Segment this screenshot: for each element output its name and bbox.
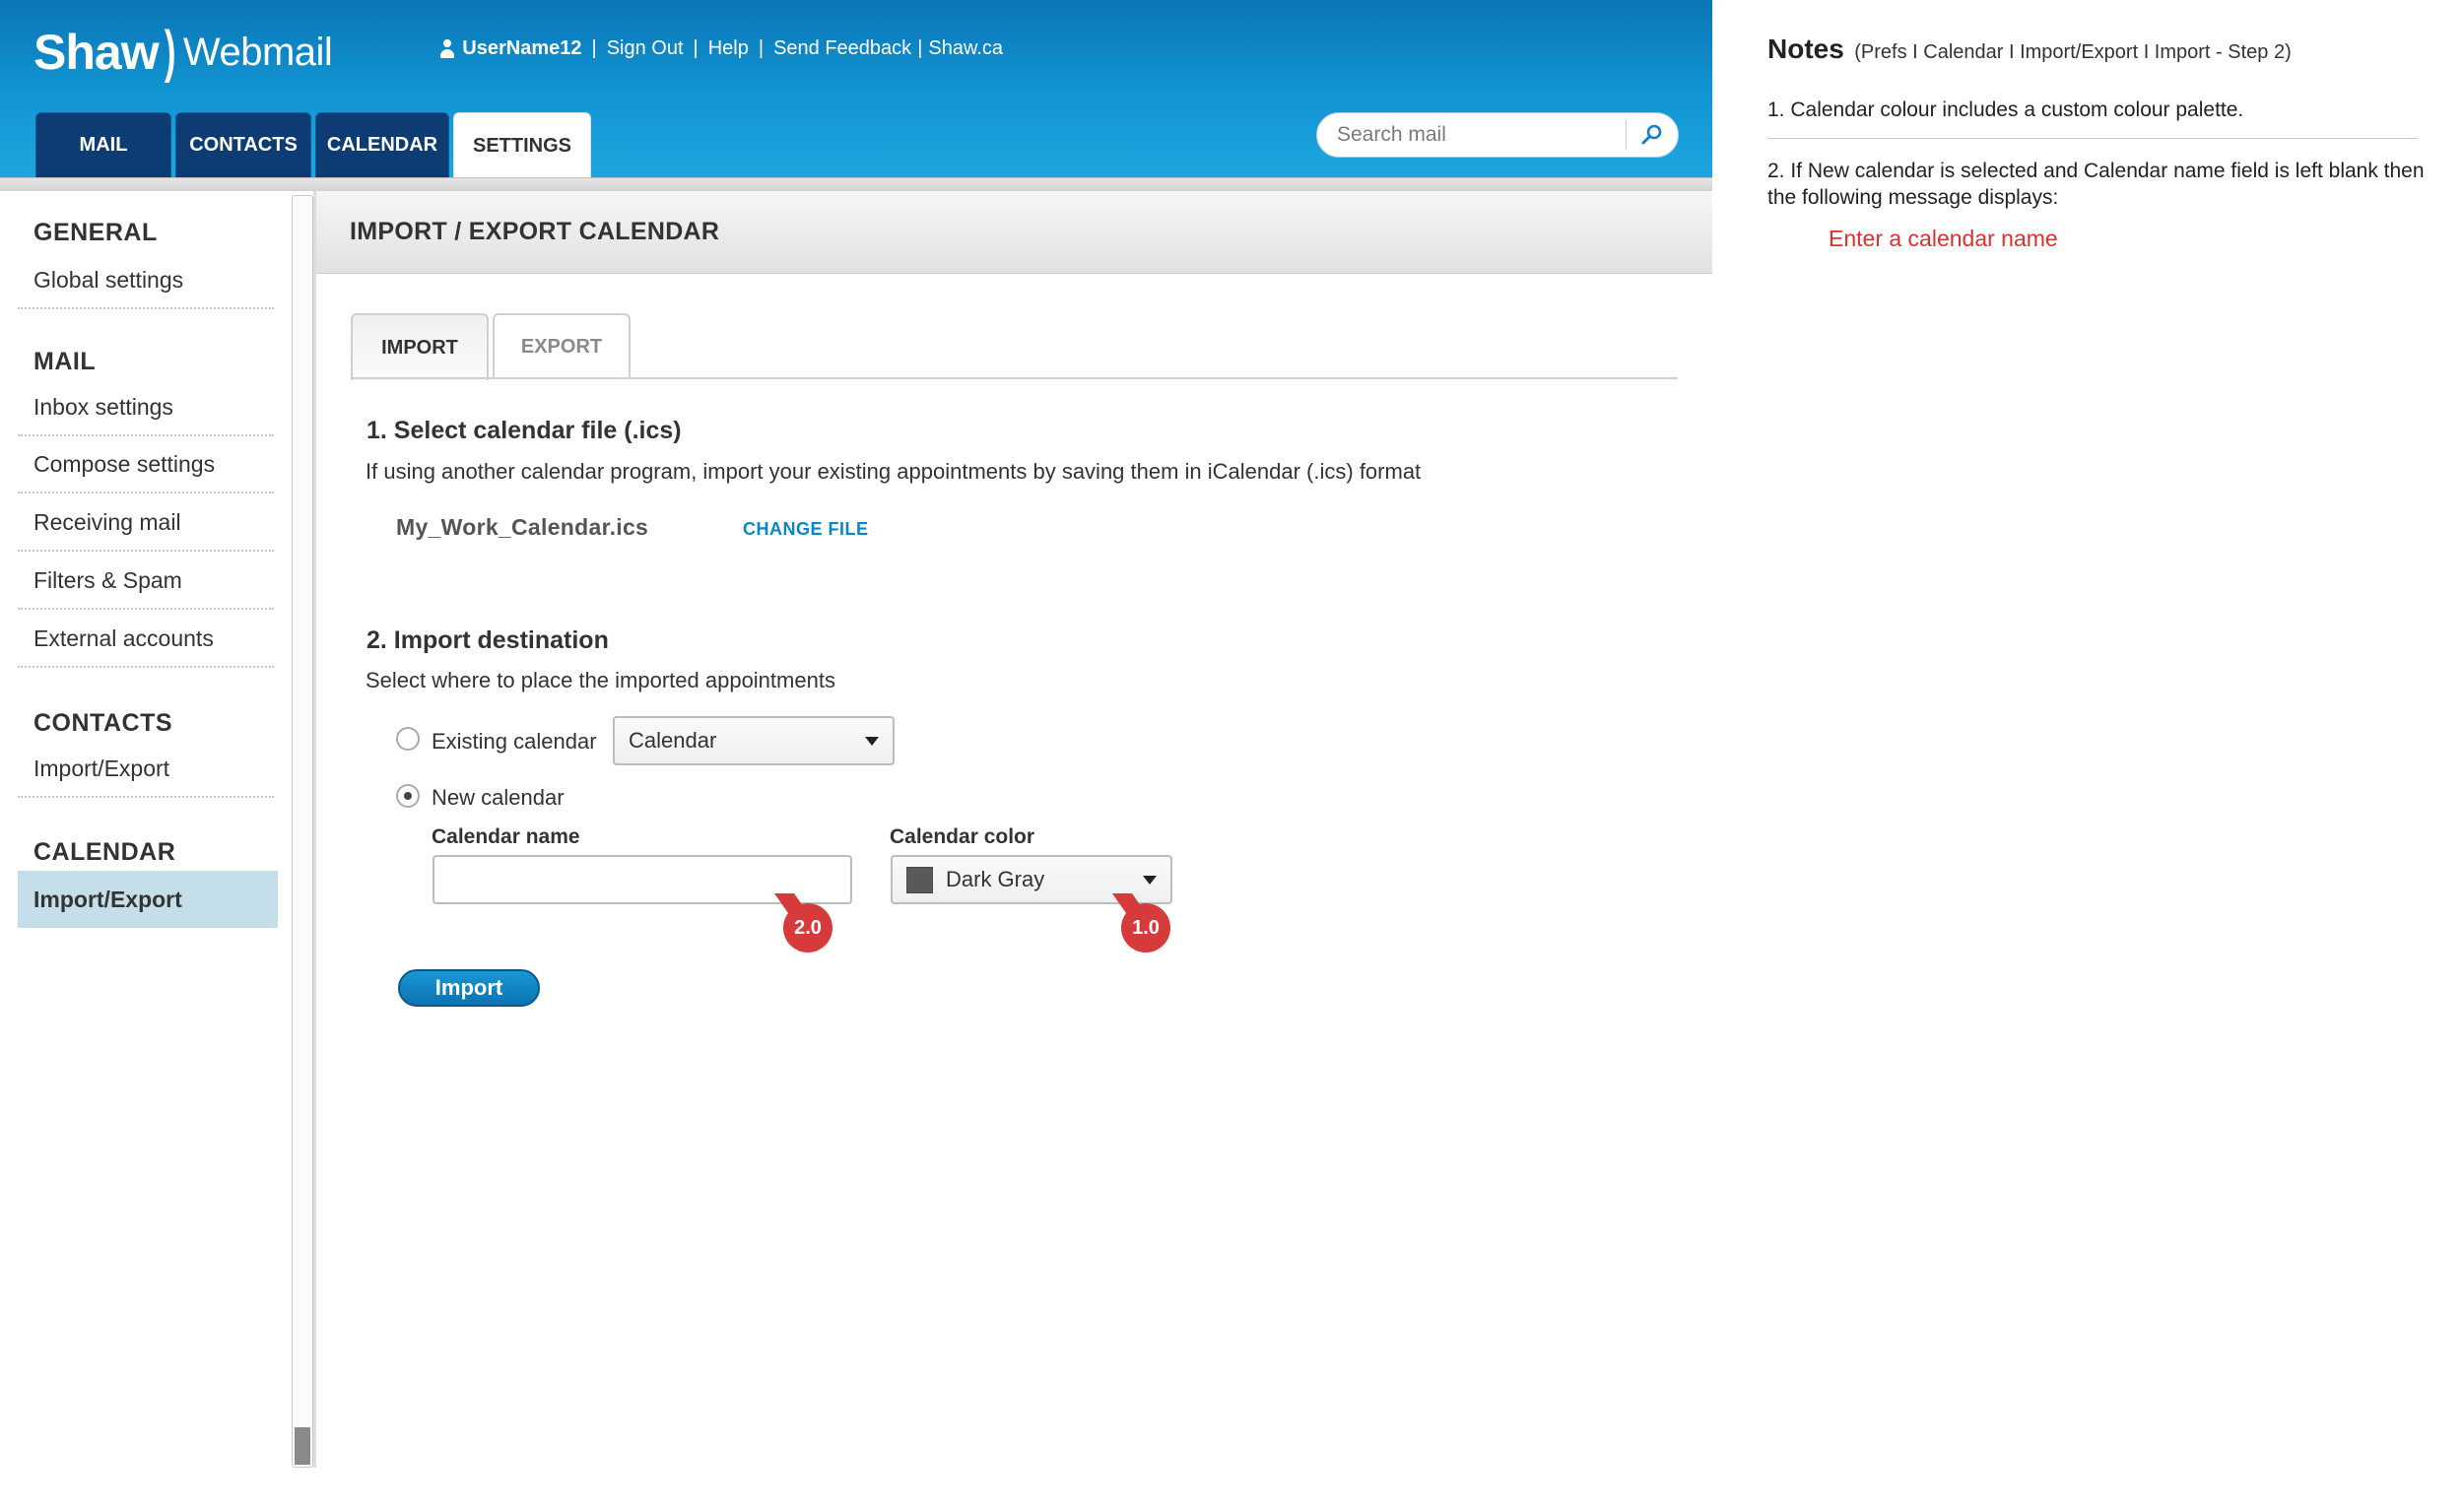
scrollbar-thumb[interactable] [295,1427,310,1465]
tabs-underline [351,377,1678,379]
separator: | [591,37,597,59]
selected-filename: My_Work_Calendar.ics [396,514,649,540]
header: Shaw ) Webmail UserName12 | Sign Out | H… [0,0,1712,179]
separator: | [693,37,699,59]
sidebar-item-inbox-settings[interactable]: Inbox settings [18,379,274,436]
note-2: 2. If New calendar is selected and Calen… [1767,160,2425,209]
search-box [1316,112,1679,158]
calendar-name-label: Calendar name [432,825,580,848]
sidebar-item-filters-spam[interactable]: Filters & Spam [18,553,274,610]
shaw-ca-link[interactable]: Shaw.ca [928,37,1003,60]
header-band [0,177,1712,191]
existing-calendar-radio[interactable] [396,727,420,751]
color-swatch [906,866,933,893]
user-icon [440,38,455,59]
chevron-down-icon [865,737,879,746]
sidebar-scrollbar[interactable] [292,195,313,1468]
sidebar-item-contacts-import-export[interactable]: Import/Export [18,741,274,798]
sign-out-link[interactable]: Sign Out [607,37,684,60]
help-link[interactable]: Help [708,37,749,60]
page-title: IMPORT / EXPORT CALENDAR [350,218,720,245]
logo-product: Webmail [182,30,333,74]
sidebar-heading-general: GENERAL [33,219,158,246]
calendar-color-label: Calendar color [890,825,1035,848]
search-icon [1641,124,1662,145]
logo-arc: ) [164,20,176,84]
sidebar-heading-contacts: CONTACTS [33,709,173,737]
section-select-file-desc: If using another calendar program, impor… [366,459,1422,484]
existing-calendar-select[interactable]: Calendar [613,716,895,765]
username-link[interactable]: UserName12 [462,37,581,60]
notes-breadcrumb: (Prefs I Calendar I Import/Export I Impo… [1854,41,2292,63]
page-title-bar: IMPORT / EXPORT CALENDAR [316,191,1712,274]
tab-calendar[interactable]: CALENDAR [315,112,449,177]
logo-wordmark: Shaw [33,25,160,80]
tab-settings[interactable]: SETTINGS [453,112,591,179]
top-links: UserName12 | Sign Out | Help | Send Feed… [440,37,1003,60]
section-select-file-title: 1. Select calendar file (.ics) [366,417,682,444]
change-file-link[interactable]: CHANGE FILE [743,519,869,540]
sidebar-item-external-accounts[interactable]: External accounts [18,611,274,668]
notes-divider [1767,138,2418,139]
sidebar-heading-calendar: CALENDAR [33,838,176,866]
tab-export[interactable]: EXPORT [493,313,631,378]
send-feedback-link[interactable]: Send Feedback [773,37,911,60]
main-nav-tabs: MAIL CONTACTS CALENDAR SETTINGS [35,112,591,179]
sidebar-item-global-settings[interactable]: Global settings [18,252,274,309]
import-button[interactable]: Import [398,969,540,1007]
calendar-color-value: Dark Gray [946,867,1045,891]
tab-contacts[interactable]: CONTACTS [175,112,311,177]
separator: | [917,37,923,59]
import-export-tabs: IMPORT EXPORT [351,313,631,380]
sidebar-item-compose-settings[interactable]: Compose settings [18,436,274,493]
note-1: 1. Calendar colour includes a custom col… [1767,99,2244,121]
annotation-marker: 1.0 [1121,903,1170,953]
notes-panel: Notes (Prefs I Calendar I Import/Export … [1767,33,2418,65]
sidebar-heading-mail: MAIL [33,348,97,375]
section-destination-desc: Select where to place the imported appoi… [366,668,835,692]
section-destination-title: 2. Import destination [366,626,609,654]
chevron-down-icon [1143,876,1157,885]
separator: | [758,37,765,59]
search-button[interactable] [1627,113,1678,157]
new-calendar-label: New calendar [432,785,565,810]
sidebar-item-calendar-import-export[interactable]: Import/Export [18,871,278,928]
annotation-marker-label: 2.0 [794,916,822,939]
tab-mail[interactable]: MAIL [35,112,171,177]
sidebar-item-receiving-mail[interactable]: Receiving mail [18,494,274,552]
search-input[interactable] [1317,113,1626,157]
notes-title: Notes [1767,33,1844,64]
sidebar-divider [313,191,316,1468]
new-calendar-radio[interactable] [396,784,420,808]
annotation-marker: 2.0 [783,903,832,953]
validation-message: Enter a calendar name [1829,226,2058,251]
annotation-marker-label: 1.0 [1132,916,1160,939]
tab-import[interactable]: IMPORT [351,313,489,380]
existing-calendar-label: Existing calendar [432,729,597,754]
shaw-webmail-logo[interactable]: Shaw ) Webmail [33,20,333,84]
existing-calendar-value: Calendar [629,728,717,753]
